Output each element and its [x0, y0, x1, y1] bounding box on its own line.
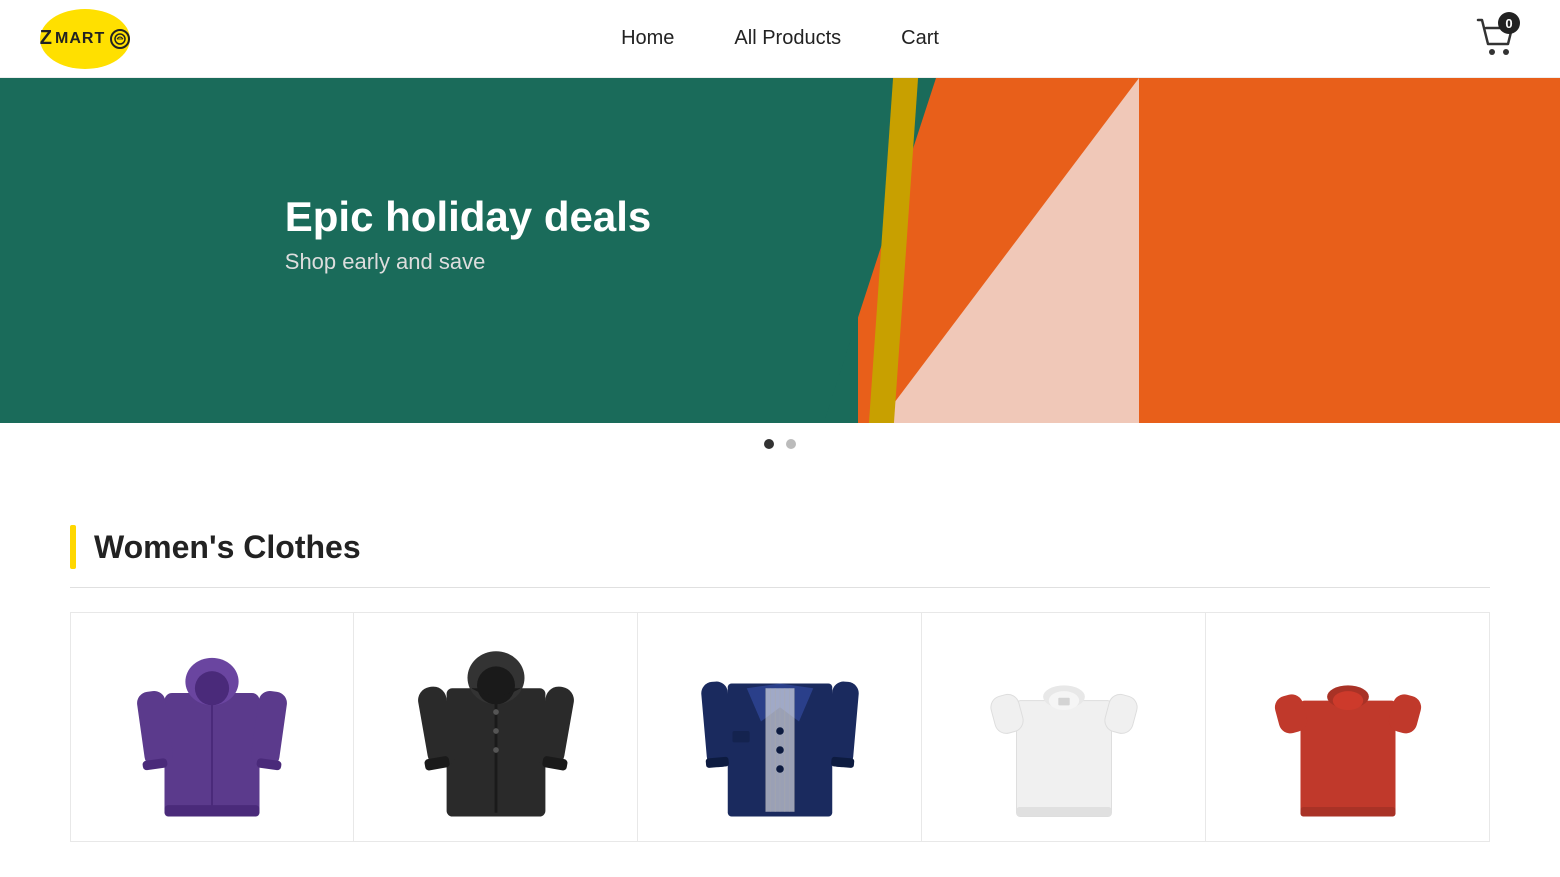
cart-button[interactable]: 0	[1472, 12, 1520, 65]
purple-jacket-icon	[132, 636, 292, 826]
carousel-dot-2[interactable]	[786, 439, 796, 449]
product-image	[364, 633, 627, 828]
product-card[interactable]	[1206, 612, 1490, 842]
carousel-dot-1[interactable]	[764, 439, 774, 449]
nav-cart[interactable]: Cart	[901, 27, 939, 50]
black-jacket-icon	[416, 636, 576, 826]
banner-subtitle: Shop early and save	[285, 248, 651, 274]
product-card[interactable]	[922, 612, 1206, 842]
product-image	[1216, 633, 1479, 828]
white-tshirt-icon	[984, 636, 1144, 826]
cart-count: 0	[1498, 12, 1520, 34]
womens-clothes-section: Women's Clothes	[0, 495, 1560, 842]
product-image	[648, 633, 911, 828]
hero-banner: Epic holiday deals Shop early and save	[0, 78, 1560, 423]
logo-icon	[110, 29, 130, 49]
navy-blazer-icon	[700, 636, 860, 826]
spacer	[0, 465, 1560, 495]
main-nav: Home All Products Cart	[621, 27, 939, 50]
logo-z-text: Z	[40, 27, 53, 50]
section-title: Women's Clothes	[94, 529, 361, 566]
banner-content: Epic holiday deals Shop early and save	[285, 192, 651, 274]
products-row	[70, 612, 1490, 842]
section-header: Women's Clothes	[70, 525, 1490, 588]
nav-all-products[interactable]: All Products	[734, 27, 841, 50]
product-image	[932, 633, 1195, 828]
logo[interactable]: Z MART	[40, 9, 130, 69]
carousel-dots	[0, 423, 1560, 465]
nav-home[interactable]: Home	[621, 27, 674, 50]
banner-title: Epic holiday deals	[285, 192, 651, 242]
product-card[interactable]	[70, 612, 354, 842]
red-tshirt-icon	[1268, 636, 1428, 826]
product-card[interactable]	[354, 612, 638, 842]
header: Z MART Home All Products Cart 0	[0, 0, 1560, 78]
product-card[interactable]	[638, 612, 922, 842]
product-image	[81, 633, 343, 828]
logo-mart-text: MART	[55, 30, 105, 48]
section-title-bar	[70, 525, 76, 569]
